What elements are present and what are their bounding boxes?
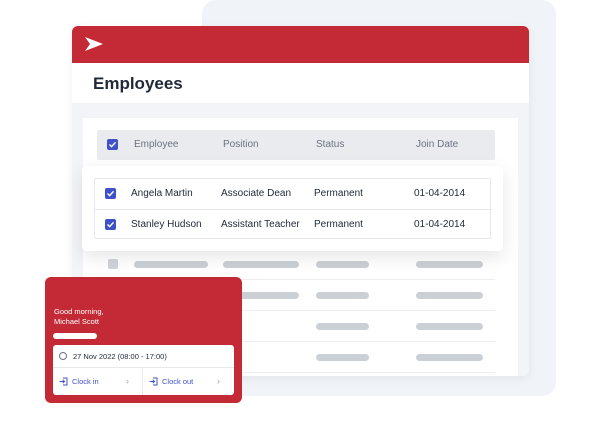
cell-join-date: 01-04-2014 [414,219,466,230]
chevron-right-icon: › [126,376,129,386]
clock-icon [59,352,67,360]
clock-in-button[interactable]: Clock in › [53,368,143,395]
column-header-status[interactable]: Status [316,139,344,150]
selected-rows-table: Angela Martin Associate Dean Permanent 0… [94,178,492,240]
greeting-text: Good morning, Michael Scott [54,307,104,327]
clock-panel: 27 Nov 2022 (08:00 - 17:00) Clock in › C… [53,345,234,395]
column-header-employee[interactable]: Employee [134,139,178,150]
user-name: Michael Scott [54,317,100,326]
cell-status: Permanent [314,188,363,199]
table-row-placeholder [97,249,495,280]
table-row[interactable]: Angela Martin Associate Dean Permanent 0… [95,179,492,209]
column-header-position[interactable]: Position [223,139,259,150]
cell-employee: Stanley Hudson [131,219,202,230]
cell-status: Permanent [314,219,363,230]
clock-out-icon [149,377,158,386]
table-header: Employee Position Status Join Date [97,130,495,160]
clock-in-icon [59,377,68,386]
clock-out-button[interactable]: Clock out › [143,368,234,395]
clock-in-label: Clock in [72,377,99,386]
cell-employee: Angela Martin [131,188,193,199]
cell-position: Assistant Teacher [221,219,300,230]
row-checkbox[interactable] [105,188,116,199]
chevron-right-icon: › [217,376,220,386]
logo-icon [85,37,103,51]
page-title: Employees [93,74,183,93]
app-header [72,26,529,63]
table-row[interactable]: Stanley Hudson Assistant Teacher Permane… [95,210,492,240]
select-all-checkbox[interactable] [107,139,118,150]
row-checkbox-placeholder [108,259,118,269]
greeting-line: Good morning, [54,307,104,316]
clock-widget: Good morning, Michael Scott 27 Nov 2022 … [45,277,242,403]
shift-time: 27 Nov 2022 (08:00 - 17:00) [73,352,167,361]
cell-join-date: 01-04-2014 [414,188,466,199]
shift-row: 27 Nov 2022 (08:00 - 17:00) [53,345,234,368]
clock-out-label: Clock out [162,377,194,386]
progress-pill [53,333,97,339]
selected-rows-card: Angela Martin Associate Dean Permanent 0… [82,166,503,251]
cell-position: Associate Dean [221,188,292,199]
column-header-join-date[interactable]: Join Date [416,139,458,150]
row-checkbox[interactable] [105,219,116,230]
